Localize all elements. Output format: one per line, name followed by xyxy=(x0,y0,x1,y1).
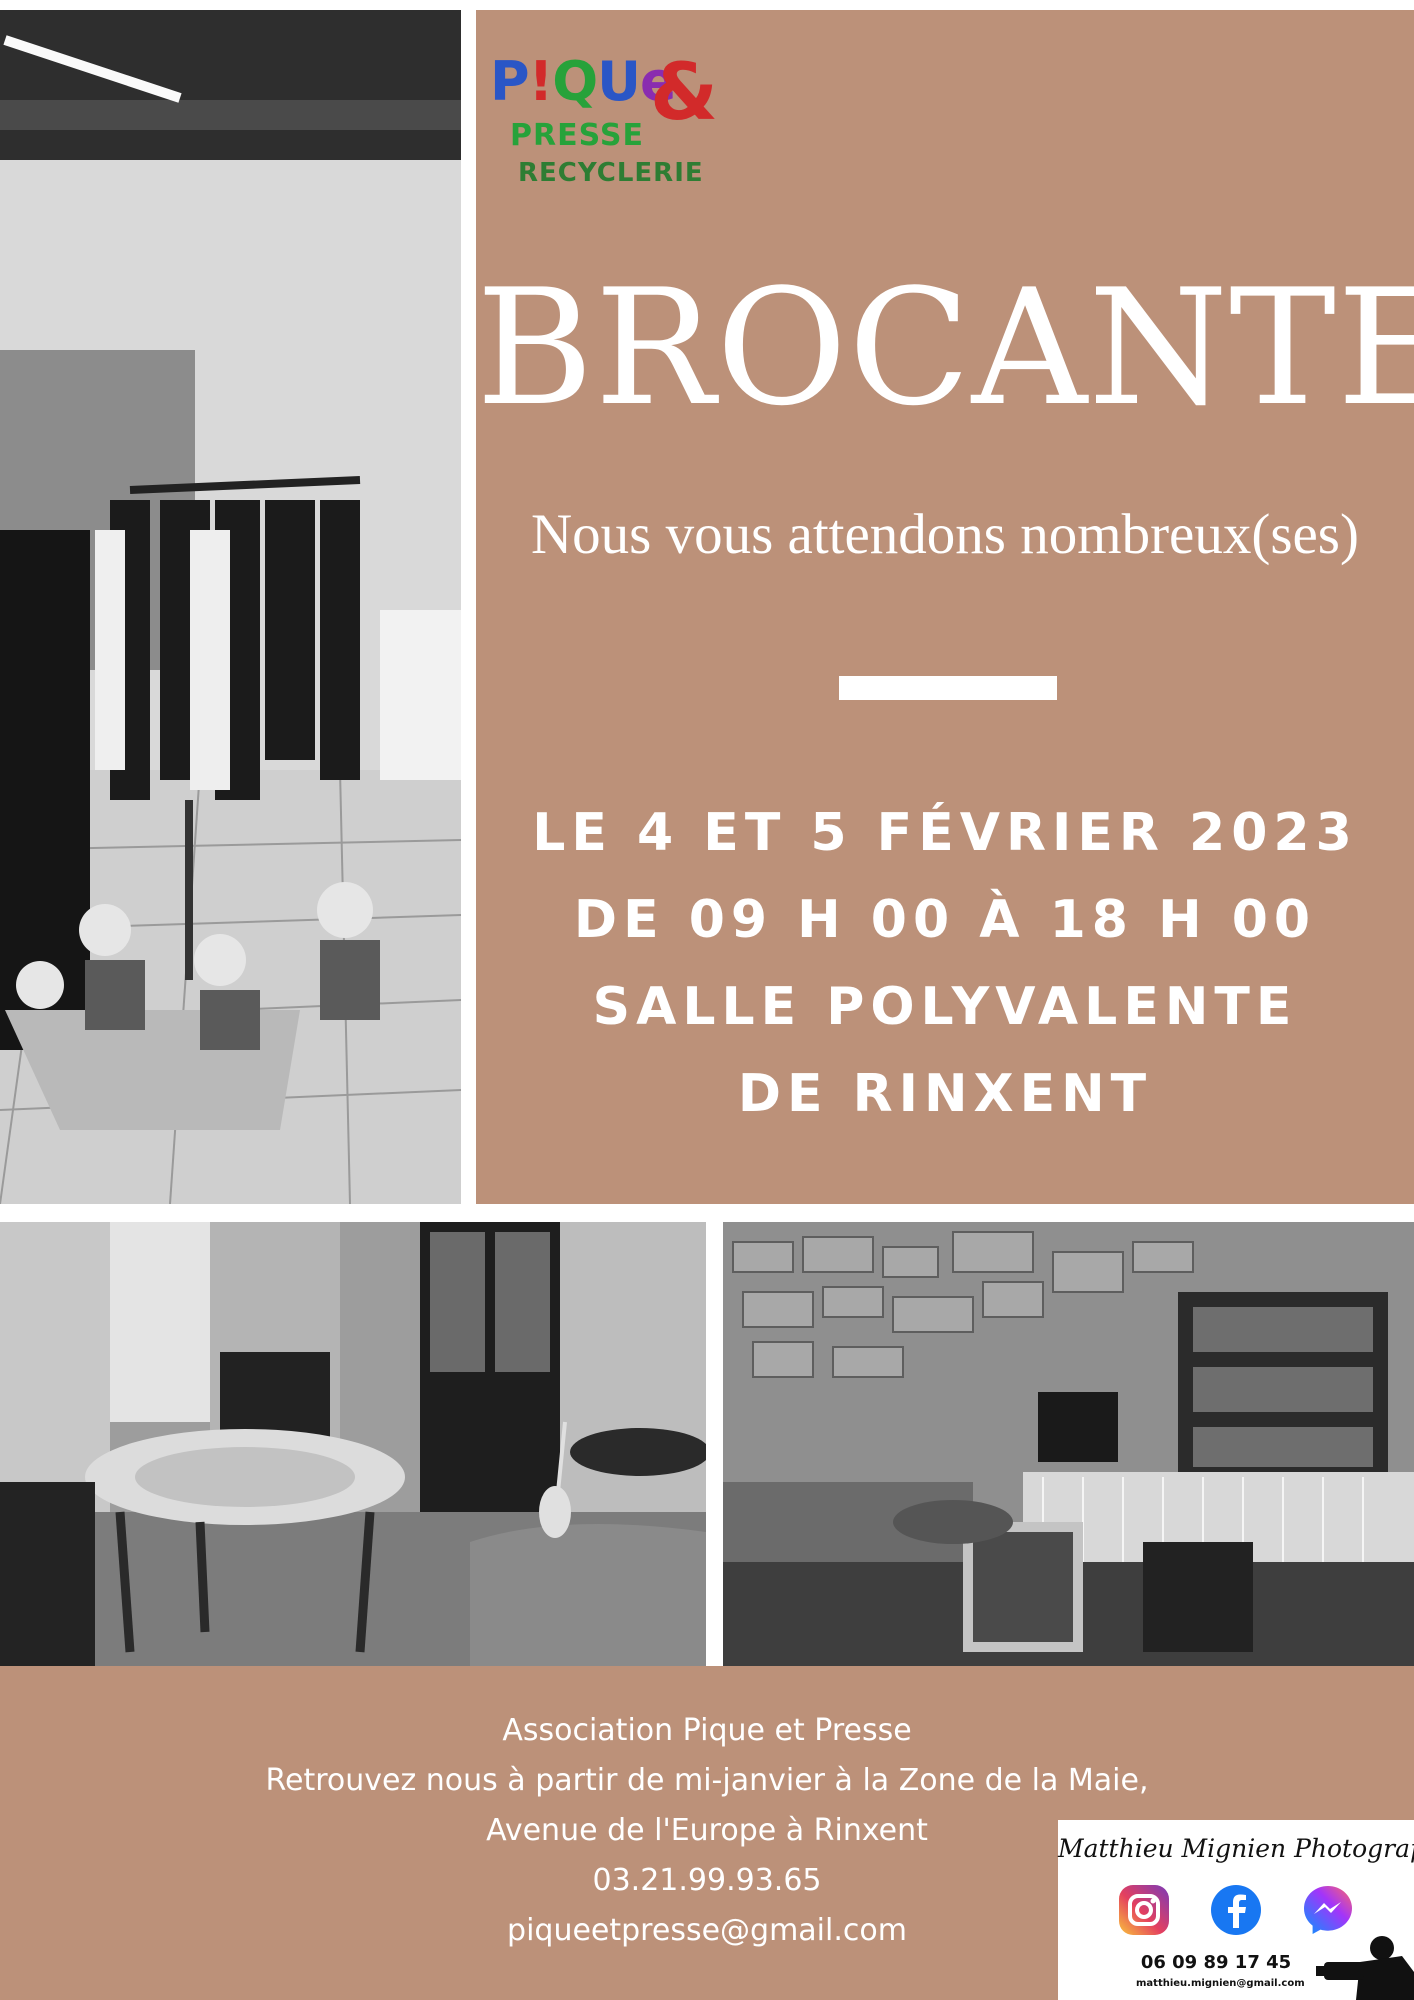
photo-clothes-rack xyxy=(0,10,461,1204)
photographer-card: Matthieu Mignien Photographie xyxy=(1058,1820,1414,2000)
pique-presse-logo: P!QUe & PRESSE RECYCLERIE xyxy=(490,52,720,192)
photo-glassware-shop xyxy=(723,1222,1414,1666)
photo-clothes-rack-image xyxy=(0,10,461,1204)
location-line1: Retrouvez nous à partir de mi-janvier à … xyxy=(265,1763,1149,1798)
photographer-email: matthieu.mignien@gmail.com xyxy=(1136,1978,1305,1989)
photographer-silhouette-icon xyxy=(1316,1936,1414,2000)
event-venue-line1: SALLE POLYVALENTE xyxy=(592,977,1298,1037)
event-hours: DE 09 H 00 À 18 H 00 xyxy=(573,890,1317,950)
logo-ampersand: & xyxy=(650,48,719,138)
event-venue-line2: DE RINXENT xyxy=(737,1064,1153,1124)
photographer-phone: 06 09 89 17 45 xyxy=(1140,1952,1292,1973)
facebook-icon[interactable] xyxy=(1208,1882,1264,1938)
photo-antique-furniture xyxy=(0,1222,706,1666)
event-details: LE 4 ET 5 FÉVRIER 2023 DE 09 H 00 À 18 H… xyxy=(476,790,1414,1138)
photographer-name: Matthieu Mignien Photographie xyxy=(1058,1834,1414,1863)
logo-presse: PRESSE xyxy=(510,118,644,153)
photo-glassware-shop-image xyxy=(723,1222,1414,1666)
association-name: Association Pique et Presse xyxy=(502,1713,912,1748)
messenger-icon[interactable] xyxy=(1300,1882,1356,1938)
event-date: LE 4 ET 5 FÉVRIER 2023 xyxy=(532,803,1358,863)
photo-antique-furniture-image xyxy=(0,1222,706,1666)
title-divider xyxy=(839,676,1057,700)
instagram-icon[interactable] xyxy=(1116,1882,1172,1938)
logo-recyclerie: RECYCLERIE xyxy=(518,158,704,188)
event-panel: P!QUe & PRESSE RECYCLERIE BROCANTE Nous … xyxy=(476,10,1414,1204)
event-subtitle: Nous vous attendons nombreux(ses) xyxy=(531,503,1359,566)
event-title: BROCANTE xyxy=(476,254,1414,441)
logo-wordmark: P!QUe xyxy=(490,50,677,113)
